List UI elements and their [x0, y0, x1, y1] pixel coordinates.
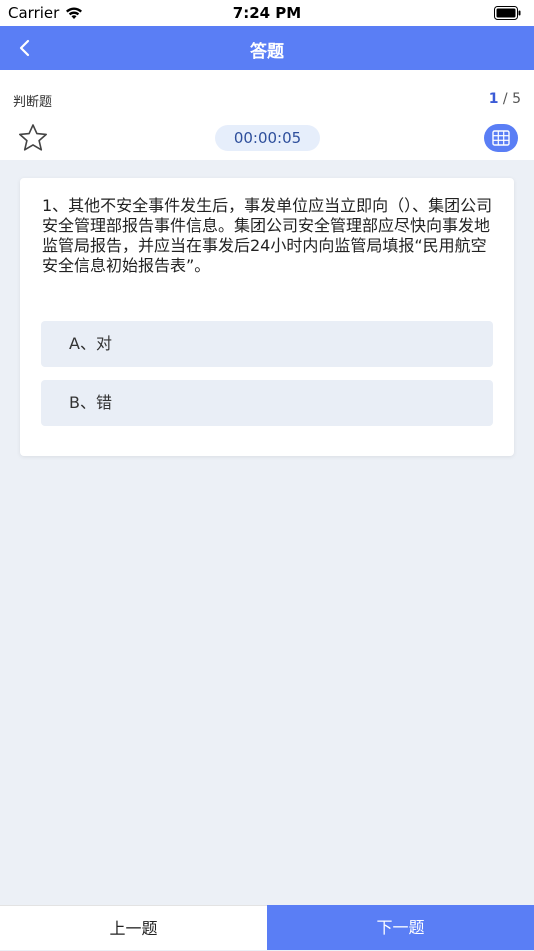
- question-info-bar: 判断题 1 / 5 00:00:05: [0, 70, 534, 160]
- timer: 00:00:05: [215, 125, 320, 151]
- progress-separator: /: [498, 91, 513, 107]
- prev-question-button[interactable]: 上一题: [0, 905, 267, 950]
- question-progress: 1 / 5: [489, 91, 521, 107]
- option-b[interactable]: B、错: [41, 380, 493, 426]
- status-time: 7:24 PM: [232, 4, 302, 22]
- option-a[interactable]: A、对: [41, 321, 493, 367]
- question-card: 1、其他不安全事件发生后，事发单位应当立即向（）、集团公司安全管理部报告事件信息…: [20, 178, 514, 456]
- favorite-button[interactable]: [16, 122, 50, 154]
- nav-bar: 答题: [0, 26, 534, 70]
- page-title: 答题: [250, 42, 284, 62]
- answer-sheet-button[interactable]: [484, 124, 518, 152]
- grid-icon: [492, 130, 510, 146]
- bottom-bar: 上一题 下一题: [0, 905, 534, 950]
- question-text: 1、其他不安全事件发生后，事发单位应当立即向（）、集团公司安全管理部报告事件信息…: [42, 196, 493, 275]
- question-type-label: 判断题: [13, 95, 53, 110]
- status-bar: Carrier 7:24 PM: [0, 0, 534, 26]
- star-outline-icon: [19, 124, 47, 151]
- progress-current: 1: [488, 91, 499, 107]
- progress-total: 5: [512, 91, 521, 107]
- next-question-button[interactable]: 下一题: [267, 905, 534, 950]
- battery-icon: [494, 6, 522, 24]
